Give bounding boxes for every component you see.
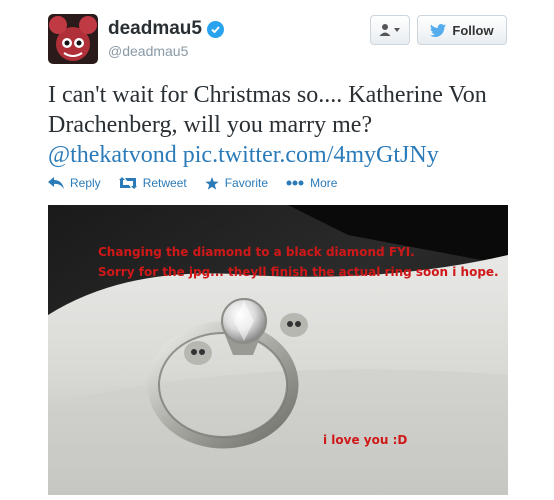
person-dropdown-icon <box>379 24 400 36</box>
media-caption-love: i love you :D <box>323 433 408 447</box>
verified-badge-icon <box>206 20 224 38</box>
tweet-card: deadmau5 @deadmau5 Follow I can't wait f… <box>0 0 554 500</box>
name-row: deadmau5 <box>108 18 224 40</box>
favorite-label: Favorite <box>224 176 269 190</box>
reply-action[interactable]: Reply <box>48 176 101 190</box>
display-name[interactable]: deadmau5 <box>108 18 202 40</box>
user-actions-button[interactable] <box>370 15 410 45</box>
follow-label: Follow <box>452 22 494 38</box>
mention-link[interactable]: @thekatvond <box>48 142 177 168</box>
favorite-action[interactable]: Favorite <box>205 176 268 190</box>
user-handle[interactable]: @deadmau5 <box>108 43 188 59</box>
avatar[interactable] <box>48 14 98 64</box>
reply-label: Reply <box>70 176 101 190</box>
reply-arrow-icon <box>48 177 64 189</box>
pic-link[interactable]: pic.twitter.com/4myGtJNy <box>183 142 439 168</box>
follow-button[interactable]: Follow <box>417 15 507 45</box>
retweet-action[interactable]: Retweet <box>118 176 187 190</box>
more-label: More <box>310 176 338 190</box>
twitter-bird-icon <box>430 23 447 37</box>
tweet-media-photo[interactable]: Changing the diamond to a black diamond … <box>48 205 508 495</box>
media-caption-line2: Sorry for the jpg... theyll finish the a… <box>98 265 499 279</box>
media-caption-line1: Changing the diamond to a black diamond … <box>98 245 415 259</box>
tweet-body: I can't wait for Christmas so.... Kather… <box>48 82 487 138</box>
dots-icon <box>286 180 304 186</box>
retweet-icon <box>118 177 137 189</box>
tweet-text: I can't wait for Christmas so.... Kather… <box>48 80 528 170</box>
retweet-label: Retweet <box>142 176 187 190</box>
star-icon <box>205 176 219 190</box>
more-action[interactable]: More <box>286 176 337 190</box>
tweet-actions: Reply Retweet Favorite More <box>48 176 355 190</box>
mau5head-avatar-icon <box>48 14 98 64</box>
